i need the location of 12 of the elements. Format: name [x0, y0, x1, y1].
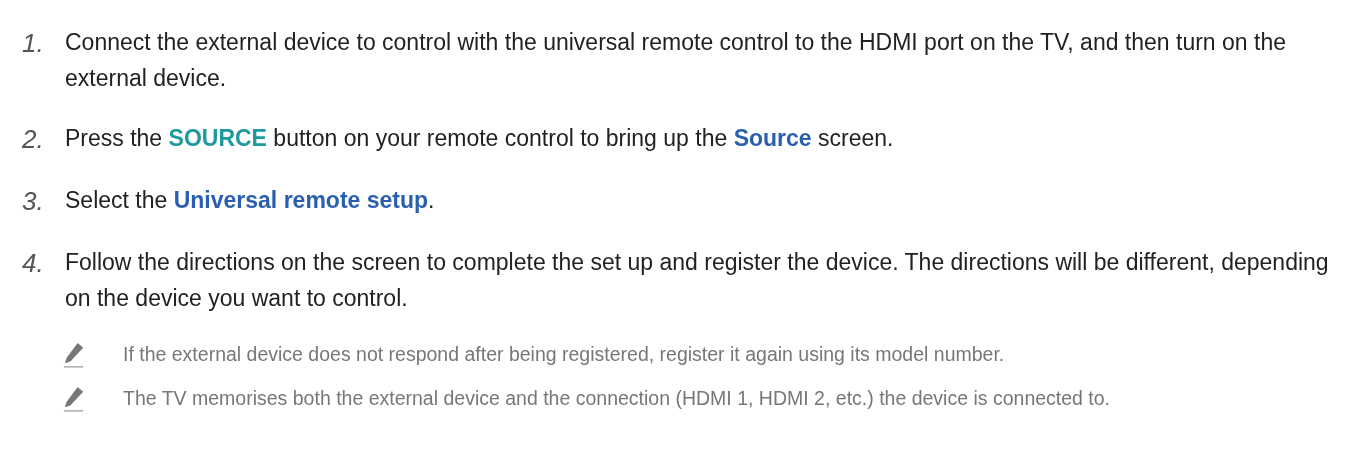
pencil-icon: [63, 342, 85, 368]
note-text: If the external device does not respond after being registered, register it again using its model number.: [123, 342, 1005, 367]
note-text: The TV memorises both the external device and the connection (HDMI 1, HDMI 2, etc.) the device is connected to.: [123, 386, 1111, 411]
step-number: 4.: [22, 247, 45, 280]
pencil-icon: [63, 386, 85, 412]
step-text: Follow the directions on the screen to complete the set up and register the device. The directions will be different, depending on the device you want to control.: [65, 248, 1330, 313]
step-text: Press the SOURCE button on your remote control to bring up the Source screen.: [65, 124, 894, 153]
step-number: 1.: [22, 27, 45, 60]
step-text: Connect the external device to control with the universal remote control to the HDMI port on the TV, and then turn on the external device.: [65, 28, 1287, 93]
step-number: 3.: [22, 185, 45, 218]
step-text: Select the Universal remote setup.: [65, 186, 435, 215]
step-number: 2.: [22, 123, 45, 156]
